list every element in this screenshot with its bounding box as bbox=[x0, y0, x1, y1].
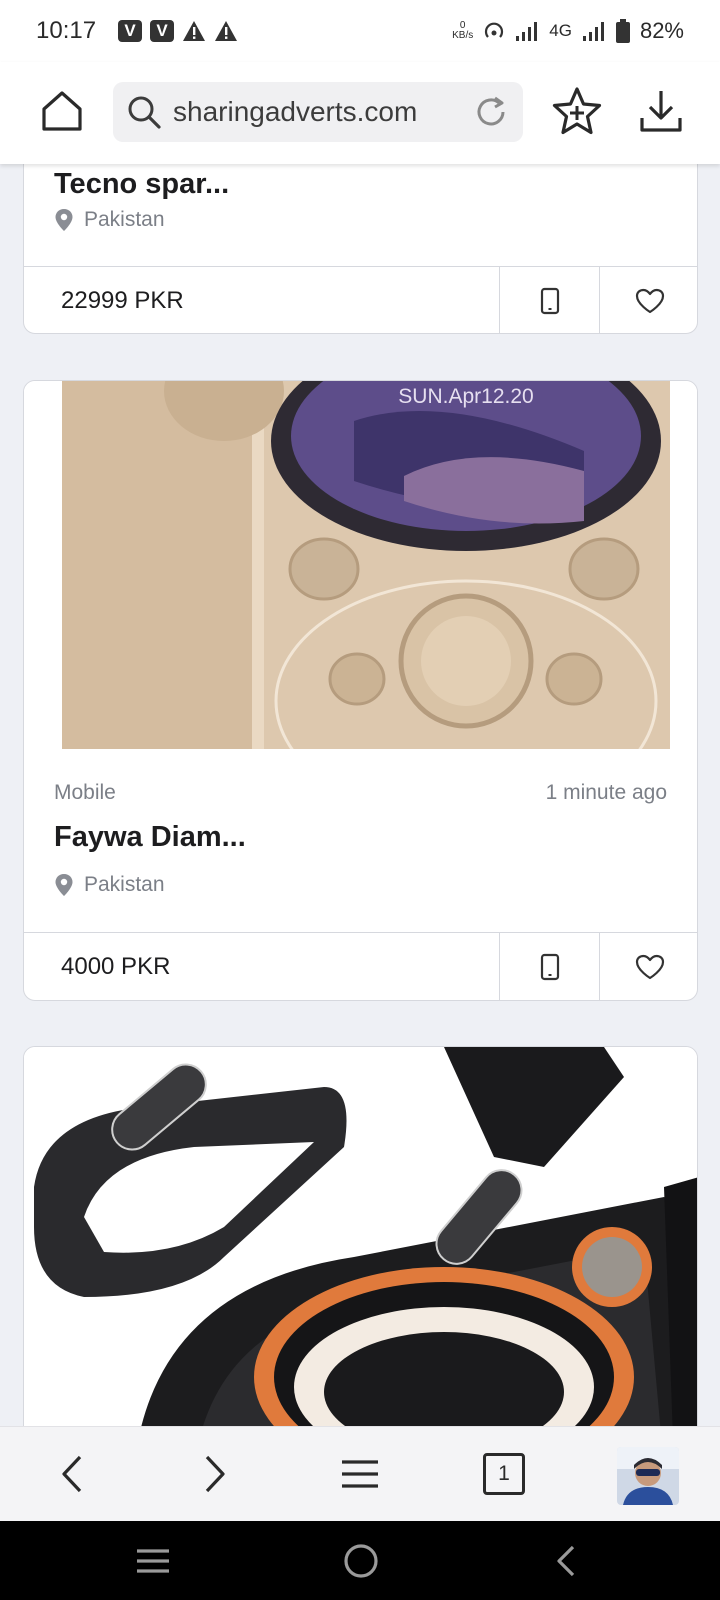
screen-date-text: SUN.Apr12.20 bbox=[398, 385, 533, 408]
download-icon[interactable] bbox=[638, 88, 684, 134]
search-icon bbox=[128, 96, 161, 129]
listing-image[interactable] bbox=[24, 1047, 698, 1426]
address-bar[interactable]: sharingadverts.com bbox=[113, 82, 523, 142]
favorite-button[interactable] bbox=[599, 267, 697, 333]
home-circle-icon[interactable] bbox=[339, 1539, 383, 1583]
listing-card[interactable]: SUN.Apr12.20 Mobile 1 minute ago Faywa D… bbox=[23, 380, 698, 1001]
listing-price: 22999 PKR bbox=[61, 287, 184, 314]
url-text[interactable]: sharingadverts.com bbox=[173, 96, 417, 128]
phone-icon bbox=[540, 287, 559, 315]
menu-button[interactable] bbox=[335, 1449, 385, 1499]
status-time: 10:17 bbox=[36, 17, 97, 44]
vpn-app-icon: V bbox=[150, 20, 175, 42]
listing-location-text: Pakistan bbox=[84, 873, 165, 896]
notification-icons: V V bbox=[118, 20, 238, 42]
listing-footer: 22999 PKR bbox=[24, 266, 697, 333]
signal-icon bbox=[582, 22, 604, 41]
network-type: 4G bbox=[549, 21, 572, 40]
favorite-button[interactable] bbox=[599, 933, 697, 1000]
listing-image[interactable]: SUN.Apr12.20 bbox=[24, 381, 698, 749]
back-button[interactable] bbox=[47, 1449, 97, 1499]
signal-icon bbox=[516, 22, 538, 41]
battery-icon bbox=[615, 19, 630, 43]
system-back-icon[interactable] bbox=[545, 1539, 589, 1583]
listings-feed: Tecno spar... Pakistan 22999 PKR SUN.Apr… bbox=[0, 164, 720, 1426]
reload-icon[interactable] bbox=[473, 94, 509, 130]
profile-avatar[interactable] bbox=[617, 1447, 679, 1505]
network-speed: 0 KB/s bbox=[452, 21, 473, 41]
menu-icon bbox=[342, 1460, 378, 1488]
listing-card[interactable] bbox=[23, 1046, 698, 1426]
phone-icon bbox=[540, 953, 559, 981]
listing-title[interactable]: Tecno spar... bbox=[54, 168, 229, 201]
listing-location-text: Pakistan bbox=[84, 208, 165, 231]
listing-card[interactable]: Tecno spar... Pakistan 22999 PKR bbox=[23, 164, 698, 334]
heart-icon bbox=[635, 954, 664, 980]
home-icon[interactable] bbox=[40, 89, 84, 133]
listing-price: 4000 PKR bbox=[61, 953, 171, 980]
status-bar: 10:17 V V 0 KB/s 4G 82% bbox=[0, 0, 720, 62]
chevron-right-icon bbox=[205, 1455, 225, 1493]
browser-bottom-nav: 1 bbox=[0, 1426, 720, 1521]
listing-category: Mobile bbox=[54, 781, 116, 804]
bookmark-star-icon[interactable] bbox=[551, 86, 603, 138]
browser-toolbar: sharingadverts.com bbox=[0, 62, 720, 164]
vpn-app-icon: V bbox=[118, 20, 143, 42]
listing-location: Pakistan bbox=[54, 208, 165, 232]
listing-title[interactable]: Faywa Diam... bbox=[54, 821, 246, 854]
recent-apps-icon[interactable] bbox=[131, 1539, 175, 1583]
listing-time: 1 minute ago bbox=[545, 781, 667, 804]
chevron-left-icon bbox=[62, 1455, 82, 1493]
location-pin-icon bbox=[55, 209, 73, 231]
network-speed-unit: KB/s bbox=[452, 30, 474, 41]
tab-count: 1 bbox=[483, 1453, 525, 1495]
tabs-button[interactable]: 1 bbox=[479, 1449, 529, 1499]
heart-icon bbox=[635, 288, 664, 314]
location-pin-icon bbox=[55, 874, 73, 896]
hotspot-icon bbox=[485, 22, 504, 38]
listing-footer: 4000 PKR bbox=[24, 932, 697, 1000]
call-button[interactable] bbox=[499, 933, 599, 1000]
listing-meta: Mobile 1 minute ago bbox=[54, 781, 667, 805]
battery-level: 82% bbox=[639, 18, 684, 43]
call-button[interactable] bbox=[499, 267, 599, 333]
listing-location: Pakistan bbox=[54, 873, 165, 897]
warning-icon bbox=[215, 21, 238, 41]
warning-icon bbox=[183, 21, 206, 41]
system-status-icons: 0 KB/s 4G 82% bbox=[452, 18, 684, 44]
system-navigation-bar bbox=[0, 1521, 720, 1600]
forward-button[interactable] bbox=[190, 1449, 240, 1499]
avatar-image bbox=[617, 1447, 679, 1505]
